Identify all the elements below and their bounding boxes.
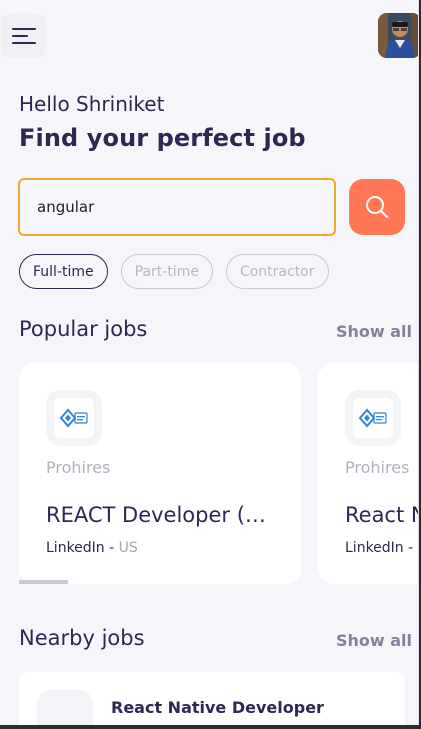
meta-separator: -: [403, 540, 418, 556]
job-title: React Native: [345, 503, 418, 527]
tab-contractor[interactable]: Contractor: [225, 254, 329, 289]
publisher-name: LinkedIn: [345, 540, 404, 556]
company-logo-box: [37, 690, 93, 725]
search-icon: [366, 196, 389, 219]
popular-job-card[interactable]: Prohires React Native LinkedIn - US: [318, 363, 419, 584]
search-input[interactable]: [20, 180, 334, 234]
job-meta: LinkedIn - US: [46, 540, 138, 556]
menu-icon: [11, 27, 36, 44]
company-name: Prohires: [46, 458, 111, 477]
nearby-job-card[interactable]: React Native Developer: [19, 672, 405, 725]
publisher-name: LinkedIn: [46, 540, 105, 556]
company-logo-icon: [54, 398, 94, 438]
popular-jobs-title: Popular jobs: [19, 317, 148, 341]
window-bottom-edge: [0, 725, 421, 729]
search-button[interactable]: [349, 179, 405, 235]
horizontal-scrollbar[interactable]: [19, 580, 68, 584]
popular-show-all-link[interactable]: Show all: [336, 322, 412, 341]
job-title: React Native Developer: [111, 698, 324, 717]
company-name: Prohires: [345, 458, 410, 477]
popular-job-card[interactable]: Prohires REACT Developer (L... LinkedIn …: [19, 363, 301, 584]
nearby-show-all-link[interactable]: Show all: [336, 631, 412, 650]
company-logo-icon: [353, 398, 393, 438]
nearby-jobs-title: Nearby jobs: [19, 626, 145, 650]
greeting-text: Hello Shriniket: [19, 92, 165, 116]
menu-button[interactable]: [1, 13, 46, 58]
page-headline: Find your perfect job: [19, 124, 306, 152]
avatar-image: [378, 13, 418, 58]
job-title: REACT Developer (L...: [46, 503, 276, 527]
search-container: [18, 178, 336, 236]
tab-full-time[interactable]: Full-time: [19, 254, 108, 289]
company-logo-box: [46, 390, 102, 446]
company-logo-box: [345, 390, 401, 446]
tab-part-time[interactable]: Part-time: [120, 254, 213, 289]
app-screen: Hello Shriniket Find your perfect job Fu…: [0, 0, 419, 725]
job-meta: LinkedIn - US: [345, 540, 419, 556]
profile-avatar[interactable]: [378, 13, 418, 58]
meta-separator: -: [104, 540, 119, 556]
job-location: US: [418, 540, 419, 556]
job-location: US: [118, 540, 138, 556]
job-type-tabs: Full-time Part-time Contractor: [19, 254, 329, 289]
